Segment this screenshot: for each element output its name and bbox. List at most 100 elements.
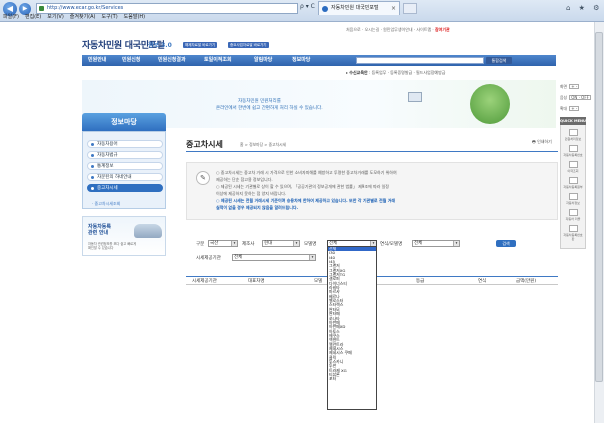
nav-item[interactable]: 민원안내 bbox=[88, 55, 106, 66]
quick-setting-control[interactable]: + - bbox=[569, 84, 580, 89]
chevron-down-icon: ▾ bbox=[293, 241, 299, 246]
maker-label: 제조사 bbox=[242, 242, 255, 247]
column-header: 모델 bbox=[314, 279, 323, 284]
model-dropdown-list[interactable]: 전체 i30 i40 i45 그랜저 그랜저XG 그랜저TG 갤로퍼 다이너스티 라비타 마르샤 베르… bbox=[327, 246, 377, 410]
sub-nav-label[interactable]: 수신교육안 bbox=[349, 70, 367, 75]
quick-menu-icon bbox=[568, 193, 578, 200]
nav-item[interactable]: 민원신청 bbox=[122, 55, 140, 66]
type-label: 구분 bbox=[196, 242, 205, 247]
nav-item[interactable]: 정보마당 bbox=[292, 55, 310, 66]
top-link[interactable]: 오시는길 bbox=[365, 27, 380, 32]
quick-setting-row: 음성 ON · OFF bbox=[560, 95, 591, 101]
breadcrumb: 홈 > 정보마당 > 중고차시세 bbox=[240, 142, 287, 147]
quick-menu-icon bbox=[568, 209, 578, 216]
chevron-down-icon: ▾ bbox=[309, 255, 315, 260]
menu-item[interactable]: 도구(T) bbox=[102, 14, 118, 20]
notice-line: ○ 제공된 시세는 전월 거래시세 기준이며 승용차에 한하여 제공하고 있습니… bbox=[216, 198, 396, 203]
nav-item[interactable]: 알림마당 bbox=[254, 55, 272, 66]
dropdown-option[interactable]: 포터 bbox=[328, 376, 376, 381]
sub-nav: ▸ 수신교육안 : 등록업무 · 등록증명발급 · 필드사업장예방금 bbox=[346, 70, 446, 75]
window-tools[interactable]: ⌂ ★ ⚙ bbox=[566, 4, 602, 12]
quick-menu-item[interactable]: 자동차 리콜 bbox=[562, 209, 584, 221]
chevron-down-icon: ▾ bbox=[231, 241, 237, 246]
search-button[interactable]: 통합검색 bbox=[486, 57, 512, 64]
notice-line: ○ 중고차시세는 중고차 거래 시 가격으로 인한 소비자피해를 예방하고 투명… bbox=[216, 170, 397, 175]
pencil-icon: ✎ bbox=[196, 171, 210, 185]
column-header: 시세제공기관 bbox=[192, 279, 217, 284]
top-link-highlight[interactable]: 참여기관 bbox=[435, 27, 450, 32]
notice-line: 실적이 없을 경우 제공되지 않음을 알려드립니다. bbox=[216, 205, 299, 210]
type-select[interactable]: 국산 ▾ bbox=[208, 240, 238, 247]
address-tools[interactable]: ρ ▾ C bbox=[300, 3, 315, 10]
menu-item[interactable]: 보기(V) bbox=[47, 14, 64, 20]
menu-item[interactable]: 편집(E) bbox=[25, 14, 41, 20]
header-badge[interactable]: 중요사업자료발 바로가기 bbox=[228, 42, 269, 48]
address-url: http://www.ecar.go.kr/Services bbox=[47, 5, 124, 11]
sub-nav-items[interactable]: 등록업무 · 등록증명발급 · 필드사업장예방금 bbox=[372, 70, 446, 75]
notice-line: 제공하는 단순 참고용 정보입니다. bbox=[216, 177, 273, 182]
print-button[interactable]: 🖶 인쇄하기 bbox=[532, 139, 552, 146]
sidebar-item[interactable]: 통계정보 bbox=[87, 162, 163, 170]
menu-item[interactable]: 즐겨찾기(A) bbox=[70, 14, 96, 20]
quick-menu-icon bbox=[568, 145, 578, 152]
sidebar-subitem[interactable]: · 중고차시세조회 bbox=[92, 201, 120, 207]
quick-menu-icon bbox=[568, 225, 578, 232]
sidebar-item-active[interactable]: 중고차시세 bbox=[87, 184, 163, 192]
quick-menu-label: 자동차 리콜 bbox=[565, 217, 581, 221]
year-value: 전체 bbox=[414, 241, 423, 246]
year-select[interactable]: 전체 ▾ bbox=[412, 240, 460, 247]
top-link[interactable]: 원민업무생이안내 bbox=[383, 27, 412, 32]
search-input[interactable] bbox=[356, 57, 484, 64]
quick-menu-item[interactable]: 민원처리정보 bbox=[562, 129, 584, 141]
page-title: 중고차시세 bbox=[186, 140, 223, 149]
sidebar-title: 정보마당 bbox=[82, 113, 166, 131]
header-badge[interactable]: 해제자료발 바로가기 bbox=[183, 42, 218, 48]
sidebar-menu: 자동차용어 자동차법규 통계정보 자문된의 하네안내 중고차시세 bbox=[82, 131, 166, 209]
quick-setting-control[interactable]: ON · OFF bbox=[569, 95, 591, 100]
print-label: 인쇄하기 bbox=[537, 139, 552, 144]
scrollbar-thumb[interactable] bbox=[595, 32, 603, 382]
quick-menu-label: 자동차등록원부 bbox=[563, 185, 583, 189]
tab-favicon-icon bbox=[322, 6, 328, 12]
quick-menu-item[interactable]: 이력조회 bbox=[562, 161, 584, 173]
main-nav: 민원안내 민원신청 민원신청결과 토일이적조회 알림마당 정보마당 bbox=[82, 55, 556, 66]
site-favicon-icon bbox=[39, 6, 44, 11]
top-link[interactable]: 사이트맵 bbox=[416, 27, 431, 32]
tree-illustration bbox=[470, 84, 510, 124]
promo-title: 자동차등록 관련 안내 bbox=[88, 224, 111, 236]
year-label: 연식/모델명 bbox=[380, 242, 403, 247]
menu-item[interactable]: 파일(F) bbox=[3, 14, 19, 20]
menu-item[interactable]: 도움말(H) bbox=[124, 14, 145, 20]
column-header: 등급 bbox=[416, 279, 425, 284]
sidebar-item[interactable]: 자동차법규 bbox=[87, 151, 163, 159]
title-divider bbox=[186, 151, 558, 152]
column-header: 연식 bbox=[478, 279, 487, 284]
menu-bar: 파일(F) 편집(E) 보기(V) 즐겨찾기(A) 도구(T) 도움말(H) bbox=[0, 13, 604, 22]
quick-menu-label: 자동차정보 bbox=[566, 201, 580, 205]
car-illustration bbox=[134, 224, 162, 238]
nav-item[interactable]: 민원신청결과 bbox=[158, 55, 186, 66]
sidebar-item[interactable]: 자동차용어 bbox=[87, 140, 163, 148]
gov30-logo: 정보 3.0 bbox=[148, 42, 172, 49]
quick-setting-control[interactable]: + - bbox=[569, 106, 580, 111]
org-select[interactable]: 전체 ▾ bbox=[232, 254, 316, 261]
notice-line: 이상에 제공하지 못하는 점 양지 바랍니다. bbox=[216, 191, 287, 196]
quick-setting-label: 화면 bbox=[560, 84, 567, 89]
nav-item[interactable]: 토일이적조회 bbox=[204, 55, 232, 66]
filter-search-button[interactable]: 검색 bbox=[496, 240, 516, 247]
quick-menu-label: 자동차등록번호판 bbox=[563, 233, 583, 241]
quick-menu-title: QUICK MENU bbox=[560, 117, 586, 125]
quick-menu-item[interactable]: 자동차정보 bbox=[562, 193, 584, 205]
quick-menu-item[interactable]: 자동차등록원부 bbox=[562, 177, 584, 189]
banner-line-1: 자동차민원 민원처리를 bbox=[238, 99, 281, 104]
sidebar-item[interactable]: 자문된의 하네안내 bbox=[87, 173, 163, 181]
quick-menu-icon bbox=[568, 177, 578, 184]
model-label: 모델명 bbox=[304, 242, 317, 247]
quick-menu-item[interactable]: 자동차등록번호판 bbox=[562, 225, 584, 241]
top-link[interactable]: 처음으로 bbox=[346, 27, 361, 32]
maker-select[interactable]: 현대 ▾ bbox=[262, 240, 300, 247]
chevron-down-icon: ▾ bbox=[453, 241, 459, 246]
quick-menu-item[interactable]: 자동차등록번호 bbox=[562, 145, 584, 157]
tab-title: 자동차민원 대국민포털 bbox=[331, 5, 379, 11]
quick-menu-label: 민원처리정보 bbox=[564, 137, 582, 141]
